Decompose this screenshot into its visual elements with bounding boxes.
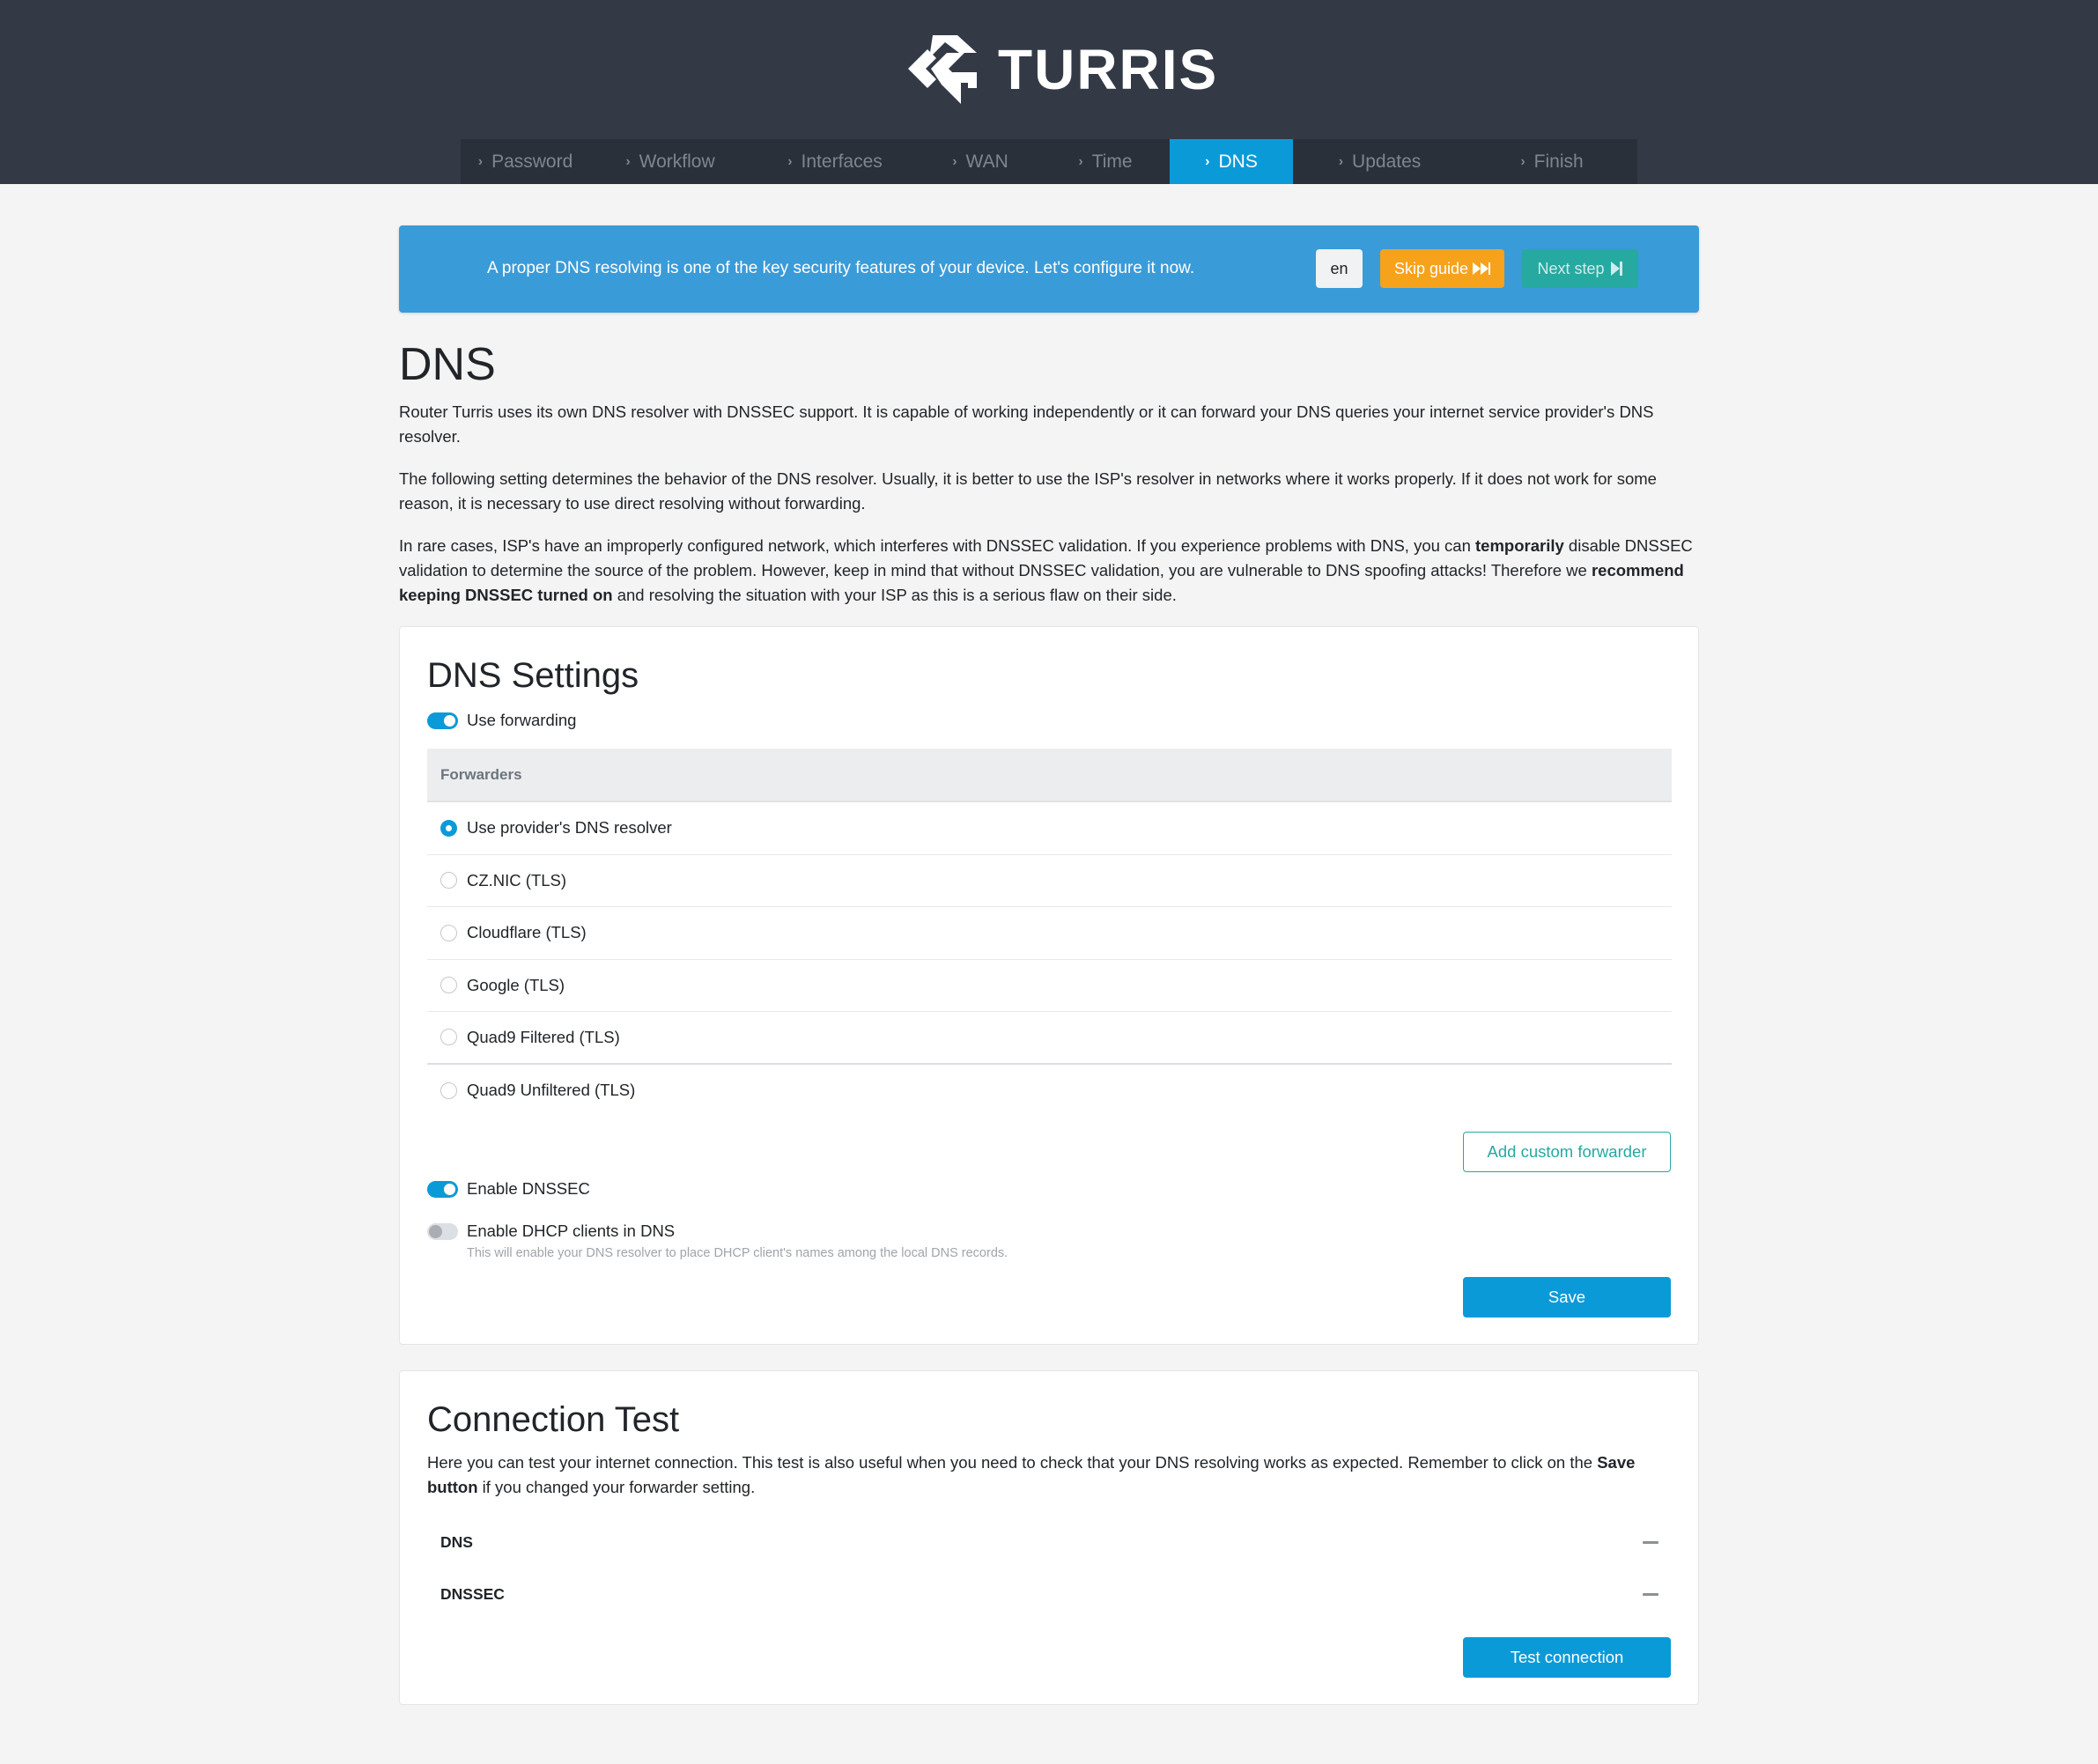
next-step-label: Next step: [1537, 260, 1605, 277]
enable-dhcp-row[interactable]: Enable DHCP clients in DNS: [427, 1219, 675, 1244]
use-forwarding-toggle[interactable]: [427, 712, 458, 729]
add-custom-forwarder-button[interactable]: Add custom forwarder: [1463, 1132, 1671, 1172]
forwarder-option-quad9-unfiltered[interactable]: Quad9 Unfiltered (TLS): [427, 1065, 1672, 1118]
chevron-right-icon: ›: [625, 153, 631, 169]
forwarder-label: CZ.NIC (TLS): [467, 870, 567, 889]
test-label: DNSSEC: [440, 1585, 505, 1603]
use-forwarding-row[interactable]: Use forwarding: [427, 708, 576, 733]
save-button[interactable]: Save: [1463, 1277, 1671, 1317]
step-password[interactable]: › Password: [461, 139, 590, 184]
step-label: Password: [491, 151, 573, 172]
dnssec-warning-paragraph: In rare cases, ISP's have an improperly …: [399, 534, 1699, 608]
chevron-right-icon: ›: [1205, 153, 1210, 169]
dns-settings-card: DNS Settings Use forwarding Forwarders U…: [399, 626, 1699, 1345]
forwarder-option-google[interactable]: Google (TLS): [427, 960, 1672, 1012]
dns-settings-title: DNS Settings: [427, 656, 639, 695]
test-row-dns: DNS: [427, 1524, 1672, 1560]
dhcp-hint: This will enable your DNS resolver to pl…: [467, 1246, 1008, 1260]
text-span: and resolving the situation with your IS…: [612, 586, 1177, 604]
step-forward-icon: [1610, 262, 1622, 276]
step-time[interactable]: › Time: [1041, 139, 1170, 184]
step-wan[interactable]: › WAN: [920, 139, 1041, 184]
emphasis-text: temporarily: [1475, 536, 1564, 555]
step-finish[interactable]: › Finish: [1466, 139, 1637, 184]
radio-button[interactable]: [440, 977, 457, 994]
dash-icon: [1643, 1592, 1658, 1596]
guide-banner: A proper DNS resolving is one of the key…: [399, 225, 1699, 313]
next-step-button[interactable]: Next step: [1522, 249, 1638, 288]
step-interfaces[interactable]: › Interfaces: [750, 139, 920, 184]
use-forwarding-label: Use forwarding: [467, 711, 577, 729]
chevron-right-icon: ›: [952, 153, 957, 169]
forwarder-option-provider[interactable]: Use provider's DNS resolver: [427, 802, 1672, 855]
connection-test-card: Connection Test Here you can test your i…: [399, 1370, 1699, 1705]
forwarder-option-cznic[interactable]: CZ.NIC (TLS): [427, 855, 1672, 907]
enable-dhcp-label: Enable DHCP clients in DNS: [467, 1222, 676, 1240]
text-span: if you changed your forwarder setting.: [477, 1478, 756, 1496]
enable-dhcp-toggle[interactable]: [427, 1222, 458, 1240]
enable-dnssec-row[interactable]: Enable DNSSEC: [427, 1177, 590, 1201]
enable-dnssec-toggle[interactable]: [427, 1180, 458, 1198]
step-workflow[interactable]: › Workflow: [590, 139, 750, 184]
step-updates[interactable]: › Updates: [1293, 139, 1466, 184]
text-span: Here you can test your internet connecti…: [427, 1453, 1598, 1472]
test-row-dnssec: DNSSEC: [427, 1576, 1672, 1612]
top-header: TURRIS › Password › Workflow › Interfaces ›…: [0, 0, 2098, 184]
intro-paragraph: Router Turris uses its own DNS resolver …: [399, 402, 1654, 446]
language-button[interactable]: en: [1316, 249, 1363, 288]
step-label: Interfaces: [801, 151, 883, 172]
step-label: WAN: [965, 151, 1008, 172]
forwarders-list: Use provider's DNS resolver CZ.NIC (TLS)…: [427, 802, 1672, 1117]
forwarder-label: Quad9 Filtered (TLS): [467, 1027, 620, 1046]
connection-test-title: Connection Test: [427, 1400, 680, 1439]
dash-icon: [1643, 1540, 1658, 1544]
forwarder-label: Use provider's DNS resolver: [467, 818, 672, 838]
guide-message: A proper DNS resolving is one of the key…: [487, 259, 1195, 277]
test-connection-button[interactable]: Test connection: [1463, 1637, 1671, 1678]
skip-guide-button[interactable]: Skip guide: [1380, 249, 1504, 288]
turris-logo-icon: [908, 35, 977, 104]
step-label: DNS: [1218, 151, 1258, 172]
step-label: Updates: [1352, 151, 1422, 172]
text-span: In rare cases, ISP's have an improperly …: [399, 536, 1476, 555]
test-label: DNS: [440, 1533, 473, 1551]
connection-test-description: Here you can test your internet connecti…: [427, 1450, 1672, 1500]
forwarders-header: Forwarders: [427, 749, 1672, 802]
chevron-right-icon: ›: [787, 153, 793, 169]
radio-button[interactable]: [440, 1081, 457, 1099]
chevron-right-icon: ›: [477, 153, 484, 169]
radio-button[interactable]: [440, 819, 457, 837]
forwarder-label: Cloudflare (TLS): [467, 923, 587, 942]
skip-guide-label: Skip guide: [1393, 260, 1469, 277]
chevron-right-icon: ›: [1338, 153, 1344, 169]
step-label: Workflow: [639, 151, 715, 172]
page-title: DNS: [399, 339, 496, 390]
forwarder-option-cloudflare[interactable]: Cloudflare (TLS): [427, 907, 1672, 960]
wizard-steps: › Password › Workflow › Interfaces › WAN › Ti…: [461, 139, 1637, 184]
forwarder-label: Google (TLS): [467, 975, 565, 994]
forwarder-label: Quad9 Unfiltered (TLS): [467, 1081, 636, 1100]
radio-button[interactable]: [440, 1029, 457, 1046]
step-label: Time: [1091, 151, 1133, 172]
behavior-paragraph: The following setting determines the beh…: [399, 469, 1657, 513]
chevron-right-icon: ›: [1078, 153, 1083, 169]
enable-dnssec-label: Enable DNSSEC: [467, 1179, 590, 1198]
radio-button[interactable]: [440, 924, 457, 941]
step-label: Finish: [1533, 151, 1584, 172]
chevron-right-icon: ›: [1520, 153, 1525, 169]
brand-name: TURRIS: [998, 38, 1219, 101]
radio-button[interactable]: [440, 872, 457, 889]
turris-logo: TURRIS: [906, 32, 1218, 107]
fast-forward-icon: [1473, 262, 1491, 275]
step-dns[interactable]: › DNS: [1170, 139, 1293, 184]
forwarder-option-quad9-filtered[interactable]: Quad9 Filtered (TLS): [427, 1012, 1672, 1065]
